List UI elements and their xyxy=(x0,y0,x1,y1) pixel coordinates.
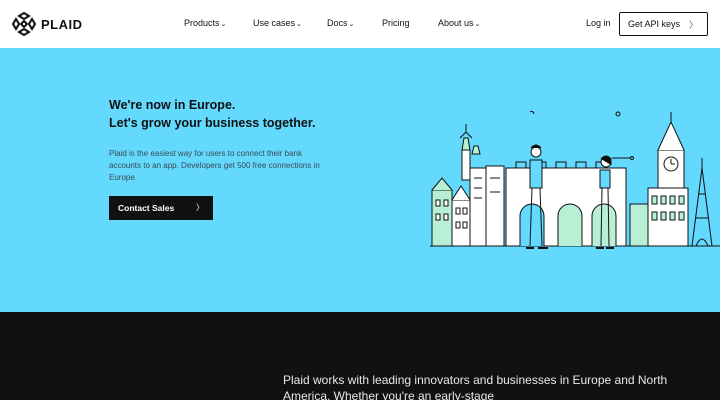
hero-title: We're now in Europe. Let's grow your bus… xyxy=(109,96,315,132)
get-api-keys-button[interactable]: Get API keys 〉 xyxy=(619,12,708,36)
hero-title-line2: Let's grow your business together. xyxy=(109,116,316,130)
nav-pricing[interactable]: Pricing xyxy=(382,18,410,28)
chevron-right-icon: 〉 xyxy=(196,203,204,212)
hero-title-line1: We're now in Europe. xyxy=(109,98,236,112)
europe-landmarks-illustration xyxy=(430,110,720,249)
brand-name: PLAID xyxy=(41,16,83,32)
chevron-down-icon: ⌄ xyxy=(296,21,302,28)
plaid-logo-icon xyxy=(12,12,36,36)
partners-text: Plaid works with leading innovators and … xyxy=(283,373,668,400)
nav-docs-label: Docs xyxy=(327,18,348,28)
nav-docs[interactable]: Docs ⌄ xyxy=(327,18,354,28)
plaid-logo[interactable]: PLAID xyxy=(12,12,83,36)
nav-about-us-label: About us xyxy=(438,18,474,28)
top-nav: PLAID Products ⌄ Use cases ⌄ Docs ⌄ Pricing… xyxy=(0,0,720,48)
hero-section: We're now in Europe. Let's grow your bus… xyxy=(0,48,720,312)
nav-about-us[interactable]: About us ⌄ xyxy=(438,18,480,28)
chevron-right-icon: 〉 xyxy=(688,20,698,30)
get-api-keys-label: Get API keys xyxy=(628,19,681,29)
contact-sales-label: Contact Sales xyxy=(118,203,175,213)
nav-use-cases[interactable]: Use cases ⌄ xyxy=(253,18,302,28)
hero-description: Plaid is the easiest way for users to co… xyxy=(109,149,320,182)
nav-use-cases-label: Use cases xyxy=(253,18,296,28)
nav-products-label: Products xyxy=(184,18,220,28)
nav-products[interactable]: Products ⌄ xyxy=(184,18,226,28)
login-link[interactable]: Log in xyxy=(586,18,611,28)
partners-section: Plaid works with leading innovators and … xyxy=(0,312,720,400)
nav-pricing-label: Pricing xyxy=(382,18,410,28)
chevron-down-icon: ⌄ xyxy=(474,21,481,28)
chevron-down-icon: ⌄ xyxy=(348,21,355,28)
contact-sales-button[interactable]: Contact Sales 〉 xyxy=(109,196,213,220)
chevron-down-icon: ⌄ xyxy=(220,21,227,28)
